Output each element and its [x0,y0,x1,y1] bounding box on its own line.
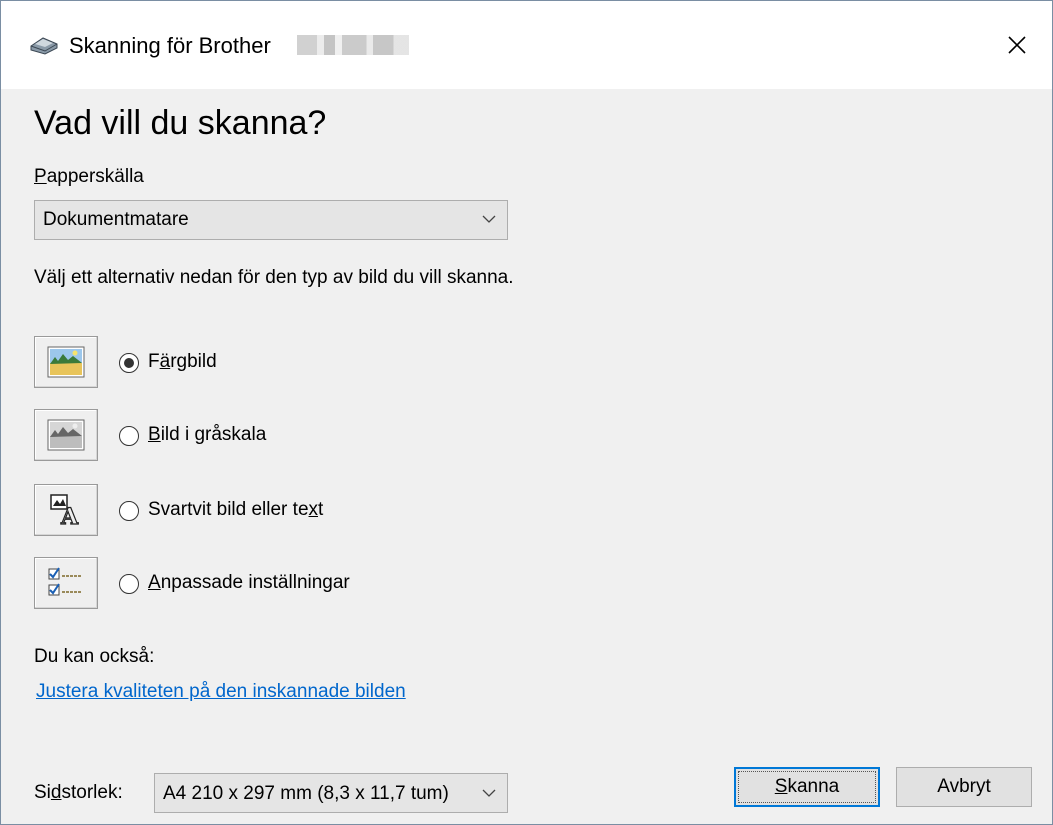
page-size-value: A4 210 x 297 mm (8,3 x 11,7 tum) [163,783,449,804]
grayscale-photo-icon [47,419,85,451]
cancel-button[interactable]: Avbryt [896,767,1032,807]
window-title: Skanning för Brother [69,33,271,58]
close-button[interactable] [982,1,1052,89]
focus-rectangle [738,771,876,803]
custom-settings-radio[interactable] [119,574,139,594]
color-photo-icon [47,346,85,378]
paper-source-dropdown[interactable]: Dokumentmatare [34,200,508,240]
adjust-quality-link[interactable]: Justera kvaliteten på den inskannade bil… [36,681,406,703]
page-size-label: Sidstorlek: [34,782,123,803]
close-icon [1008,36,1026,54]
cancel-button-label: Avbryt [937,776,991,797]
chevron-down-icon [482,215,496,223]
scan-type-description: Välj ett alternativ nedan för den typ av… [34,267,514,288]
title-bar: Skanning för Brother [1,1,1052,89]
color-option-label[interactable]: Färgbild [148,351,217,373]
custom-settings-icon [48,567,81,596]
color-radio[interactable] [119,353,139,373]
black-white-button[interactable]: A [34,484,98,536]
svg-text:A: A [60,504,79,526]
redacted-model-name [297,35,409,55]
black-white-radio[interactable] [119,501,139,521]
also-label: Du kan också: [34,646,155,667]
paper-source-label: Papperskälla [34,166,144,187]
scan-button[interactable]: Skanna [734,767,880,807]
grayscale-photo-button[interactable] [34,409,98,461]
scanner-icon [30,37,58,55]
grayscale-option-label[interactable]: Bild i gråskala [148,424,266,446]
black-white-option-label[interactable]: Svartvit bild eller text [148,499,323,521]
paper-source-value: Dokumentmatare [43,209,189,230]
black-white-text-icon: A [50,494,80,526]
chevron-down-icon [481,787,497,799]
custom-settings-option-label[interactable]: Anpassade inställningar [148,572,350,594]
page-size-dropdown[interactable]: A4 210 x 297 mm (8,3 x 11,7 tum) [154,773,508,813]
page-title: Vad vill du skanna? [34,104,327,142]
custom-settings-button[interactable] [34,557,98,609]
color-photo-button[interactable] [34,336,98,388]
scan-dialog: Skanning för Brother Vad vill du skanna?… [0,0,1053,825]
grayscale-radio[interactable] [119,426,139,446]
